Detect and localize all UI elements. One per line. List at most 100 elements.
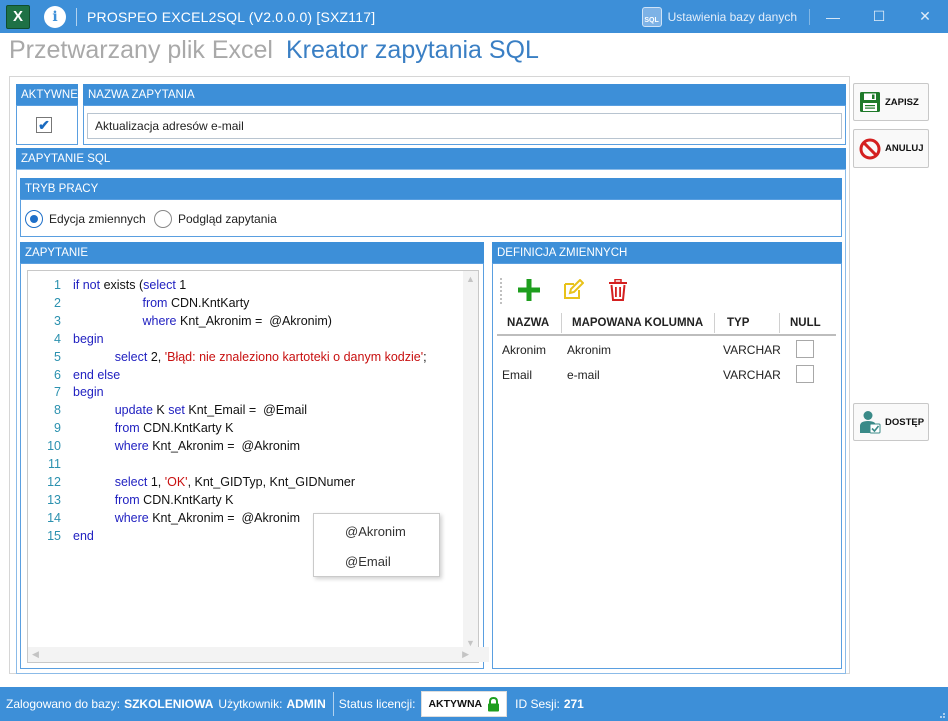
sql-text: exists ( xyxy=(100,278,144,292)
user-access-icon xyxy=(860,411,881,434)
status-separator xyxy=(332,692,334,716)
autocomplete-popup: @Akronim @Email xyxy=(313,513,440,577)
line-number: 6 xyxy=(54,367,61,382)
toolbar-grip[interactable] xyxy=(500,278,504,304)
code-line[interactable]: where Knt_Akronim = @Akronim) xyxy=(73,314,332,328)
variable-null-checkbox[interactable] xyxy=(796,365,814,383)
edit-pencil-icon xyxy=(564,279,584,299)
sql-text: 2, xyxy=(147,349,165,364)
cancel-button[interactable]: ANULUJ xyxy=(853,129,929,168)
variable-column-cell[interactable]: Akronim xyxy=(567,343,611,357)
column-header-null[interactable]: NULL xyxy=(790,317,821,329)
variable-name-cell[interactable]: Akronim xyxy=(502,343,546,357)
line-number: 2 xyxy=(54,295,61,310)
session-label: ID Sesji: xyxy=(515,697,560,711)
variable-null-checkbox[interactable] xyxy=(796,340,814,358)
variable-column-cell[interactable]: e-mail xyxy=(567,368,600,382)
session-id: 271 xyxy=(563,697,584,711)
scroll-right-arrow-icon[interactable]: ▶ xyxy=(462,649,469,660)
line-number: 11 xyxy=(48,457,61,471)
column-separator[interactable] xyxy=(714,313,715,333)
delete-variable-button[interactable] xyxy=(606,278,630,302)
code-line[interactable]: from CDN.KntKarty K xyxy=(73,493,234,507)
scroll-left-arrow-icon[interactable]: ◀ xyxy=(32,649,39,660)
sql-keyword: select xyxy=(114,474,148,489)
active-checkbox[interactable]: ✔ xyxy=(36,117,52,133)
sql-string: 'Błąd: nie znaleziono kartoteki o danym … xyxy=(164,349,424,364)
trash-icon xyxy=(609,279,627,301)
logged-in-label: Zalogowano do bazy: xyxy=(6,697,121,711)
cancel-button-label: ANULUJ xyxy=(885,143,924,154)
variable-type-cell[interactable]: VARCHAR xyxy=(723,343,781,357)
line-number: 13 xyxy=(47,492,61,507)
code-line[interactable]: where Knt_Akronim = @Akronim xyxy=(73,439,300,453)
variable-type-cell[interactable]: VARCHAR xyxy=(723,368,781,382)
resize-grip-icon[interactable] xyxy=(936,709,946,719)
mode-edit-variables-radio[interactable] xyxy=(25,210,43,228)
scroll-up-arrow-icon[interactable]: ▲ xyxy=(466,274,475,284)
code-line[interactable]: from CDN.KntKarty K xyxy=(73,421,234,435)
variables-header: DEFINICJA ZMIENNYCH xyxy=(492,242,842,263)
code-line[interactable]: where Knt_Akronim = @Akronim xyxy=(73,511,300,525)
user-name: ADMIN xyxy=(286,697,326,711)
code-line[interactable]: if not exists (select 1 xyxy=(73,278,186,292)
variable-name-cell[interactable]: Email xyxy=(502,368,532,382)
query-name-header: NAZWA ZAPYTANIA xyxy=(83,84,846,105)
column-header-mapped-column[interactable]: MAPOWANA KOLUMNA xyxy=(572,317,703,329)
database-settings-link[interactable]: Ustawienia bazy danych xyxy=(668,10,797,24)
step-sql-builder[interactable]: Kreator zapytania SQL xyxy=(286,36,539,65)
mode-preview-query-label[interactable]: Podgląd zapytania xyxy=(178,212,277,226)
info-icon-letter: i xyxy=(52,8,58,25)
info-icon[interactable]: i xyxy=(44,5,66,28)
sql-text: , Knt_GIDTyp, Knt_GIDNumer xyxy=(187,474,355,489)
floppy-disk-icon xyxy=(860,92,880,112)
code-line[interactable]: end xyxy=(73,529,94,543)
active-header: AKTYWNE xyxy=(16,84,78,105)
close-button[interactable]: ✕ xyxy=(902,0,948,33)
query-editor-header: ZAPYTANIE xyxy=(20,242,484,263)
column-header-type[interactable]: TYP xyxy=(727,317,749,329)
sql-keyword: end else xyxy=(73,367,121,382)
license-status-value: AKTYWNA xyxy=(428,698,483,710)
maximize-button[interactable]: ☐ xyxy=(856,0,902,33)
code-line[interactable]: select 1, 'OK', Knt_GIDTyp, Knt_GIDNumer xyxy=(73,475,355,489)
query-name-input[interactable]: Aktualizacja adresów e-mail xyxy=(87,113,842,139)
add-variable-button[interactable] xyxy=(516,278,542,302)
code-line[interactable]: from CDN.KntKarty xyxy=(73,296,249,310)
line-number: 9 xyxy=(54,421,61,436)
line-number: 8 xyxy=(54,403,61,418)
mode-edit-variables-label[interactable]: Edycja zmiennych xyxy=(49,212,146,226)
access-button[interactable]: DOSTĘP xyxy=(853,403,929,441)
sql-code-editor[interactable]: 1 2 3 4 5 6 7 8 9 10 11 12 13 14 15 if not exists (sel… xyxy=(27,270,489,663)
autocomplete-item-email[interactable]: @Email xyxy=(345,554,391,569)
sql-keyword: if not xyxy=(73,278,101,292)
save-button[interactable]: ZAPISZ xyxy=(853,83,929,121)
code-line[interactable]: end else xyxy=(73,368,120,382)
minimize-button[interactable]: — xyxy=(810,0,856,33)
mode-preview-query-radio[interactable] xyxy=(154,210,172,228)
sql-text: K xyxy=(152,403,169,418)
edit-variable-button[interactable] xyxy=(561,278,585,302)
code-line[interactable]: update K set Knt_Email = @Email xyxy=(73,403,307,417)
sql-text: 1, xyxy=(147,474,165,489)
database-settings-icon[interactable]: SQL xyxy=(641,6,662,27)
code-line[interactable]: begin xyxy=(73,332,104,346)
window-title: PROSPEO EXCEL2SQL (V2.0.0.0) [SXZ117] xyxy=(87,8,376,25)
license-status-badge[interactable]: AKTYWNA xyxy=(421,691,508,717)
editor-vertical-scrollbar[interactable]: ▲ ▼ xyxy=(463,271,478,651)
sql-icon-text: SQL xyxy=(644,16,659,24)
editor-horizontal-scrollbar[interactable]: ◀ ▶ xyxy=(28,647,489,662)
plus-icon xyxy=(518,279,540,301)
sql-keyword: where xyxy=(142,313,177,328)
column-separator[interactable] xyxy=(561,313,562,333)
line-number: 14 xyxy=(47,510,61,525)
status-bar: Zalogowano do bazy: SZKOLENIOWA Użytkown… xyxy=(0,687,948,721)
column-separator[interactable] xyxy=(779,313,780,333)
autocomplete-item-akronim[interactable]: @Akronim xyxy=(345,524,406,539)
step-excel-file[interactable]: Przetwarzany plik Excel xyxy=(9,36,273,65)
column-header-name[interactable]: NAZWA xyxy=(507,317,549,329)
code-line[interactable]: select 2, 'Błąd: nie znaleziono kartotek… xyxy=(73,350,427,364)
code-line[interactable]: begin xyxy=(73,385,104,399)
user-label: Użytkownik: xyxy=(218,697,283,711)
